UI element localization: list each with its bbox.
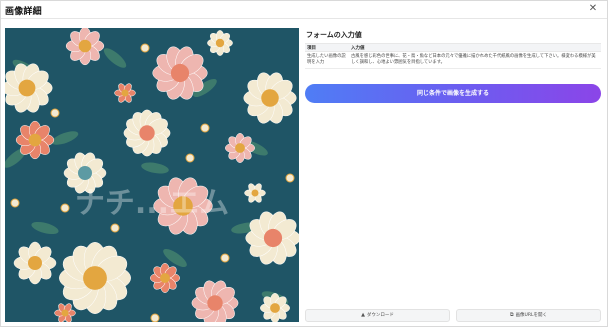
flower-center	[263, 228, 283, 248]
dot-blossom	[60, 203, 70, 213]
download-label: ダウンロード	[366, 313, 394, 318]
dialog-title: 画像詳細	[5, 7, 42, 17]
column-header-value: 入力値	[351, 46, 365, 51]
flower-center	[235, 143, 245, 153]
flower-center	[61, 309, 69, 317]
column-header-item: 項目	[307, 46, 316, 51]
dot-blossom	[110, 223, 120, 233]
row-item-label: 生成したい画像の説明を入力	[307, 54, 346, 65]
flower-center	[28, 133, 42, 147]
close-icon[interactable]: ✕	[587, 3, 599, 15]
flower-center	[18, 79, 36, 97]
flower-center	[270, 303, 280, 313]
dot-blossom	[185, 153, 195, 163]
form-panel: フォームの入力値 項目 入力値 生成したい画像の説明を入力 古風を感じ彩色の世事…	[305, 28, 601, 322]
flower-center	[251, 189, 259, 197]
flower-center	[121, 89, 129, 97]
external-link-icon: ⧉	[509, 312, 514, 318]
dot-blossom	[10, 198, 20, 208]
open-image-url-button[interactable]: ⧉ 画像URLを開く	[456, 309, 601, 322]
open-url-label: 画像URLを開く	[515, 313, 547, 318]
dot-blossom	[220, 253, 230, 263]
flower-center	[78, 166, 92, 180]
flower-center	[215, 38, 225, 48]
download-button[interactable]: ▲ ダウンロード	[305, 309, 450, 322]
flower-center	[78, 39, 92, 53]
flower-center	[139, 125, 155, 141]
download-icon: ▲	[361, 312, 365, 318]
image-detail-dialog: 画像詳細 ✕ ナチ...エム フォームの入力値 項目 入力値 生成したい画像の説…	[0, 0, 608, 327]
flower-center	[28, 256, 42, 270]
dot-blossom	[150, 313, 160, 322]
generate-same-conditions-button[interactable]: 同じ条件で画像を生成する	[305, 84, 601, 103]
form-values-table: 項目 入力値 生成したい画像の説明を入力 古風を感じ彩色の世事に、花・鳥・魚など…	[305, 43, 601, 69]
generated-image: ナチ...エム	[5, 28, 299, 322]
flower-center	[160, 273, 170, 283]
table-row: 生成したい画像の説明を入力 古風を感じ彩色の世事に、花・鳥・魚など日本の元々で優…	[305, 52, 601, 69]
form-section-title: フォームの入力値	[306, 31, 362, 39]
row-item-value: 古風を感じ彩色の世事に、花・鳥・魚など日本の元々で優雅に描かれめた千代紙風の画像…	[351, 54, 596, 65]
dot-blossom	[140, 43, 150, 53]
table-header: 項目 入力値	[305, 43, 601, 52]
dot-blossom	[285, 173, 295, 183]
dot-blossom	[50, 108, 60, 118]
flower-center	[207, 295, 223, 311]
flower-center	[83, 266, 107, 290]
dialog-header: 画像詳細 ✕	[1, 1, 607, 19]
dot-blossom	[200, 123, 210, 133]
floral-pattern-image: ナチ...エム	[5, 28, 299, 322]
watermark-text: ナチ...エム	[75, 186, 229, 221]
flower-center	[261, 89, 279, 107]
flower-center	[170, 63, 190, 83]
